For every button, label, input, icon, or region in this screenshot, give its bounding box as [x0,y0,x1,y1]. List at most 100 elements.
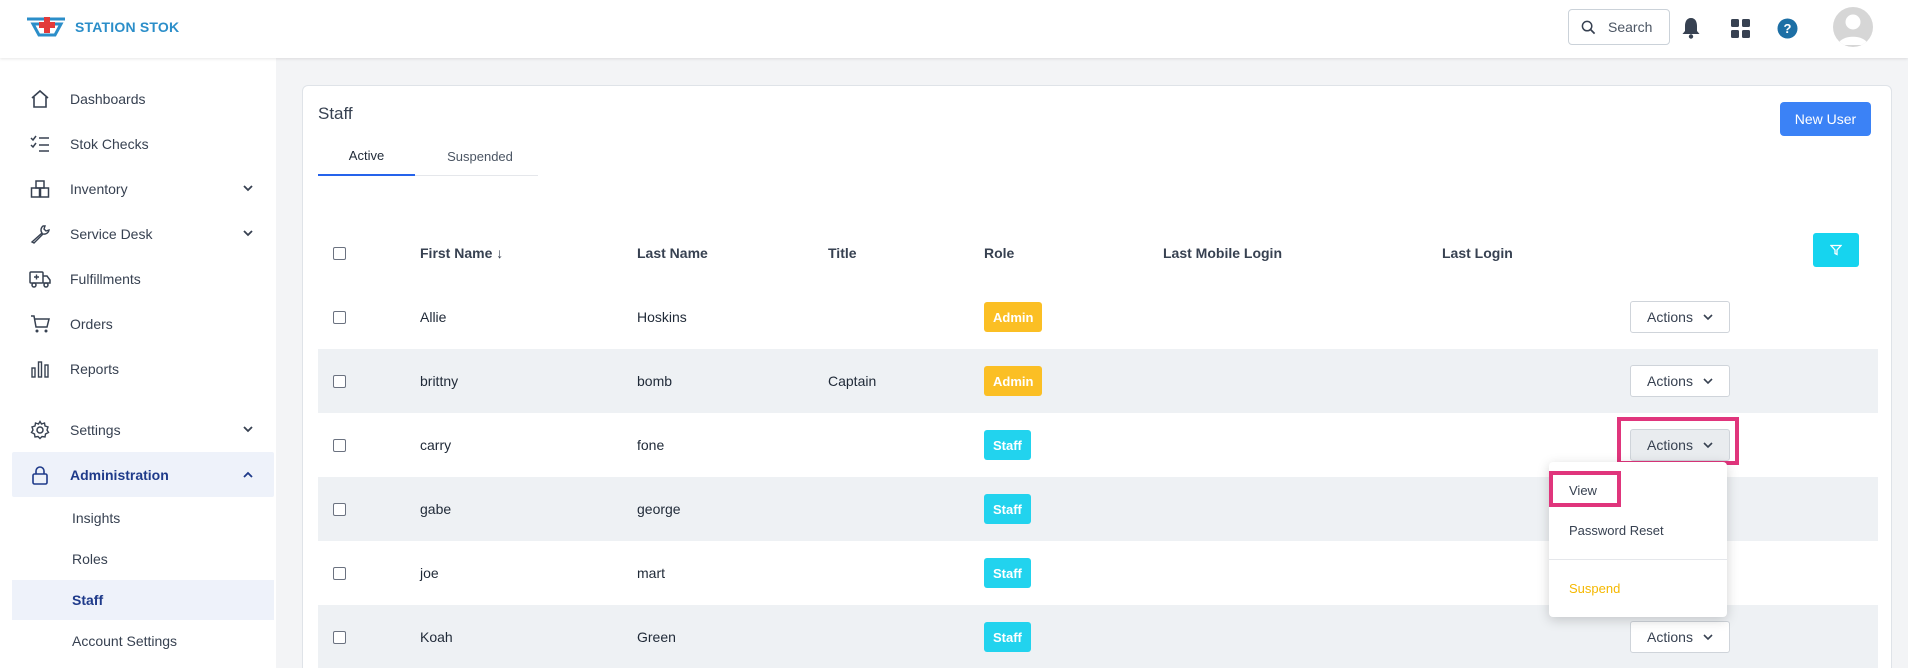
sidebar-item-service-desk[interactable]: Service Desk [0,211,276,256]
role-badge: Admin [984,366,1043,396]
chevron-down-icon [241,227,255,241]
apps-grid-icon[interactable] [1729,17,1751,39]
sidebar-subitem-account-settings[interactable]: Account Settings [12,621,274,661]
sidebar-subitem-staff[interactable]: Staff [12,580,274,620]
logo[interactable]: STATION STOK [25,13,179,41]
cell-first-name: gabe [420,501,452,517]
actions-button[interactable]: Actions [1630,365,1730,397]
logo-icon [27,17,65,37]
role-badge: Staff [984,430,1031,460]
sidebar-item-label: Dashboards [70,90,146,107]
actions-button[interactable]: Actions [1630,301,1730,333]
column-header-last-name[interactable]: Last Name [637,221,708,285]
sidebar-subitem-insights[interactable]: Insights [12,498,274,538]
row-checkbox[interactable] [333,502,346,516]
chevron-down-icon [1703,313,1713,320]
row-checkbox[interactable] [333,374,346,388]
cell-last-name: george [637,501,681,517]
chevron-down-icon [1703,377,1713,384]
cell-last-name: Green [637,629,676,645]
row-checkbox[interactable] [333,310,346,324]
cell-last-name: mart [637,565,665,581]
tab-suspended[interactable]: Suspended [425,136,535,176]
wrench-icon [29,223,51,245]
page-title: Staff [318,104,353,123]
actions-label: Actions [1647,629,1693,645]
cell-first-name: Allie [420,309,447,325]
sidebar-item-label: Stok Checks [70,135,149,152]
actions-button[interactable]: Actions [1630,621,1730,653]
role-badge: Staff [984,622,1031,652]
home-icon [29,88,51,110]
sidebar-item-administration[interactable]: Administration [12,452,274,497]
help-icon[interactable]: ? [1776,17,1798,39]
lock-icon [29,464,51,486]
menu-item-password-reset[interactable]: Password Reset [1549,512,1727,548]
search-button[interactable]: Search [1568,9,1670,45]
checklist-icon [29,133,51,155]
row-checkbox[interactable] [333,630,346,644]
column-header-first-name[interactable]: First Name ↓ [420,221,503,285]
column-header-role[interactable]: Role [984,221,1014,285]
role-badge: Staff [984,558,1031,588]
column-header-last-mobile-login[interactable]: Last Mobile Login [1163,221,1282,285]
chevron-down-icon [241,423,255,437]
actions-label: Actions [1647,309,1693,325]
role-badge: Admin [984,302,1043,332]
tab-active[interactable]: Active [318,136,415,176]
svg-text:?: ? [1783,21,1791,36]
sidebar-subitem-roles[interactable]: Roles [12,539,274,579]
sidebar-subitem-label: Account Settings [72,633,178,649]
sidebar-subitem-label: Staff [72,592,104,608]
brand-name: STATION STOK [75,19,180,35]
truck-icon [29,268,51,290]
actions-highlight [1617,417,1739,465]
sidebar-item-label: Fulfillments [70,270,141,287]
sidebar-item-inventory[interactable]: Inventory [0,166,276,211]
sidebar-item-dashboards[interactable]: Dashboards [0,76,276,121]
menu-item-suspend[interactable]: Suspend [1549,566,1727,610]
new-user-button[interactable]: New User [1780,102,1871,136]
sidebar-subitem-label: Insights [72,510,121,526]
column-header-title[interactable]: Title [828,221,857,285]
sidebar-item-label: Administration [70,466,169,483]
cell-first-name: carry [420,437,452,453]
gear-icon [29,419,51,441]
search-label: Search [1608,19,1653,35]
role-badge: Staff [984,494,1031,524]
bell-icon[interactable] [1680,17,1702,39]
sidebar-item-reports[interactable]: Reports [0,346,276,391]
cell-first-name: joe [420,565,439,581]
tab-bar: Active Suspended [318,136,538,176]
cell-first-name: brittny [420,373,459,389]
sidebar: Dashboards Stok Checks Inventory Service… [0,58,276,668]
sidebar-item-label: Orders [70,315,113,332]
cart-icon [29,313,51,335]
sidebar-item-label: Settings [70,421,121,438]
column-header-last-login[interactable]: Last Login [1442,221,1513,285]
row-checkbox[interactable] [333,566,346,580]
chevron-down-icon [1703,633,1713,640]
boxes-icon [29,178,51,200]
avatar[interactable] [1833,7,1873,47]
table-row: Allie Hoskins Admin Actions [318,285,1878,349]
cell-last-name: fone [637,437,665,453]
select-all-checkbox[interactable] [333,246,346,260]
bar-chart-icon [29,358,51,380]
sidebar-item-stok-checks[interactable]: Stok Checks [0,121,276,166]
cell-last-name: bomb [637,373,673,389]
sidebar-subitem-label: Roles [72,551,108,567]
row-checkbox[interactable] [333,438,346,452]
sidebar-item-label: Reports [70,360,120,377]
menu-item-label: Password Reset [1569,522,1664,538]
sidebar-item-settings[interactable]: Settings [0,407,276,452]
sidebar-item-label: Service Desk [70,225,153,242]
chevron-down-icon [241,182,255,196]
actions-label: Actions [1647,373,1693,389]
sidebar-item-label: Inventory [70,180,128,197]
sidebar-item-fulfillments[interactable]: Fulfillments [0,256,276,301]
table-header: First Name ↓ Last Name Title Role Last M… [318,221,1878,285]
sidebar-item-orders[interactable]: Orders [0,301,276,346]
view-highlight [1549,471,1621,507]
chevron-up-icon [241,468,255,482]
